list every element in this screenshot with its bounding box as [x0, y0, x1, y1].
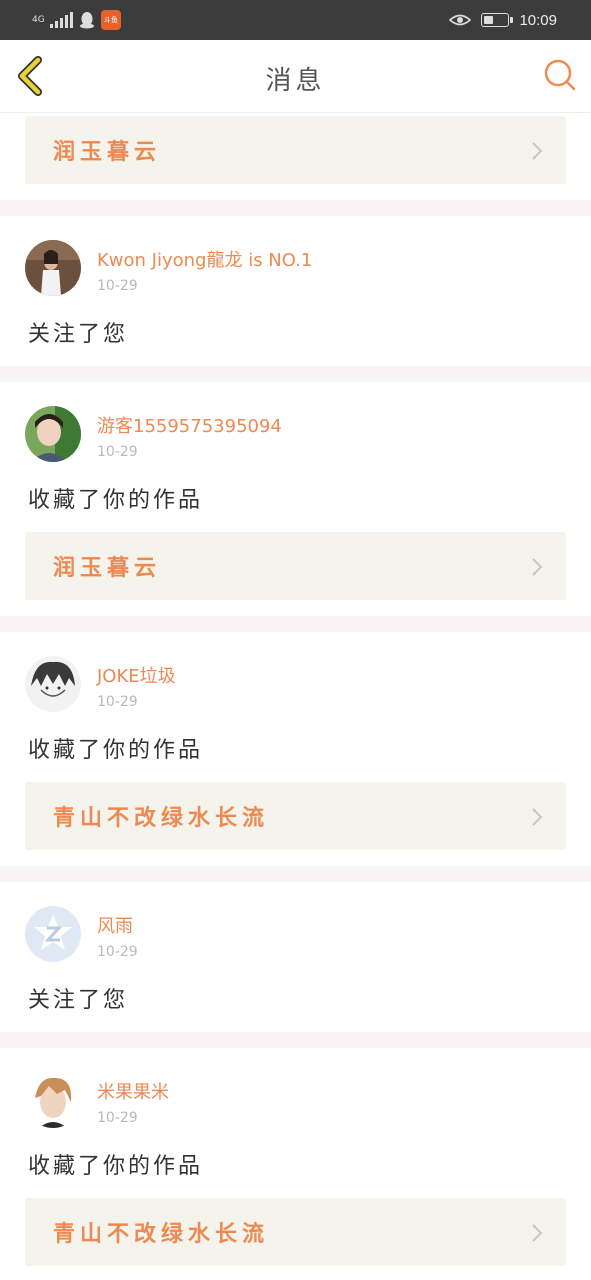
avatar[interactable] [25, 1072, 81, 1128]
list-item: 润玉暮云 [0, 113, 591, 200]
avatar[interactable] [25, 656, 81, 712]
chevron-right-icon [532, 142, 543, 160]
username[interactable]: 风雨 [97, 912, 133, 938]
qq-penguin-icon [80, 12, 94, 29]
eye-comfort-icon [449, 14, 472, 26]
work-title: 青山不改绿水长流 [53, 1222, 270, 1247]
list-item[interactable]: 风雨 10-29 关注了您 [0, 882, 591, 1032]
work-card[interactable]: 青山不改绿水长流 [25, 1198, 566, 1266]
work-card[interactable]: 润玉暮云 [25, 116, 566, 184]
work-title: 润玉暮云 [53, 140, 162, 165]
divider [0, 366, 591, 382]
battery-icon [481, 13, 514, 27]
message-list: 润玉暮云 Kwon Jiyong龍龙 is NO.1 10-29 关注了您 游客… [0, 113, 591, 1280]
timestamp: 10-29 [97, 444, 138, 460]
username[interactable]: JOKE垃圾 [97, 662, 176, 688]
chevron-right-icon [532, 1224, 543, 1242]
divider [0, 616, 591, 632]
avatar[interactable] [25, 406, 81, 462]
username[interactable]: 米果果米 [97, 1078, 169, 1104]
action-text: 关注了您 [28, 988, 129, 1013]
timestamp: 10-29 [97, 278, 138, 294]
avatar[interactable] [25, 240, 81, 296]
timestamp: 10-29 [97, 694, 138, 710]
douyu-app-icon: 斗鱼 [101, 10, 121, 30]
timestamp: 10-29 [97, 1110, 138, 1126]
divider [0, 866, 591, 882]
nav-bar: 消息 [0, 40, 591, 113]
work-title: 润玉暮云 [53, 556, 162, 581]
status-bar: 4G 斗鱼 10:09 [0, 0, 591, 40]
search-icon[interactable] [543, 58, 577, 92]
signal-icon [50, 12, 73, 28]
action-text: 关注了您 [28, 322, 129, 347]
work-card[interactable]: 青山不改绿水长流 [25, 782, 566, 850]
list-item[interactable]: JOKE垃圾 10-29 收藏了你的作品 青山不改绿水长流 [0, 632, 591, 866]
list-item[interactable]: Kwon Jiyong龍龙 is NO.1 10-29 关注了您 [0, 216, 591, 366]
action-text: 收藏了你的作品 [28, 738, 204, 763]
username[interactable]: 游客1559575395094 [97, 412, 282, 438]
work-card[interactable]: 润玉暮云 [25, 532, 566, 600]
chevron-right-icon [532, 808, 543, 826]
username[interactable]: Kwon Jiyong龍龙 is NO.1 [97, 246, 312, 272]
divider [0, 1032, 591, 1048]
action-text: 收藏了你的作品 [28, 488, 204, 513]
timestamp: 10-29 [97, 944, 138, 960]
page-title: 消息 [265, 66, 326, 96]
chevron-right-icon [532, 558, 543, 576]
divider [0, 200, 591, 216]
network-type: 4G [32, 14, 45, 25]
clock: 10:09 [519, 11, 557, 29]
list-item[interactable]: 米果果米 10-29 收藏了你的作品 青山不改绿水长流 [0, 1048, 591, 1280]
list-item[interactable]: 游客1559575395094 10-29 收藏了你的作品 润玉暮云 [0, 382, 591, 616]
work-title: 青山不改绿水长流 [53, 806, 270, 831]
avatar[interactable] [25, 906, 81, 962]
action-text: 收藏了你的作品 [28, 1154, 204, 1179]
